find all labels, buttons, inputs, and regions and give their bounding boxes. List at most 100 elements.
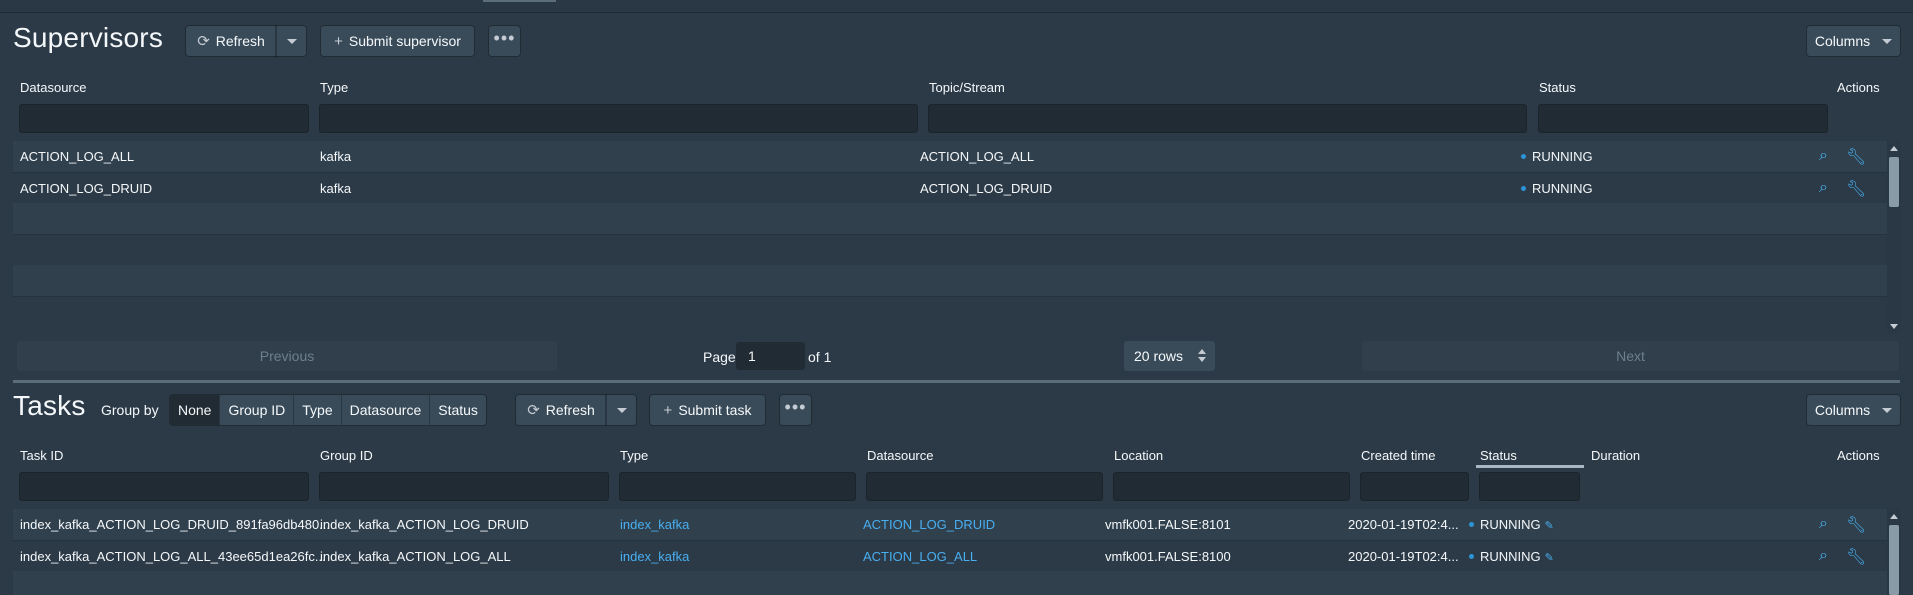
- scroll-thumb[interactable]: [1889, 525, 1899, 595]
- filter-created-time-input[interactable]: [1360, 472, 1469, 501]
- column-header-created-time[interactable]: Created time: [1361, 448, 1435, 463]
- tasks-columns-button[interactable]: Columns: [1807, 395, 1900, 425]
- plus-icon: +: [334, 32, 343, 50]
- group-by-segmented-control: None Group ID Type Datasource Status: [170, 395, 486, 425]
- supervisors-refresh-dropdown[interactable]: [276, 26, 306, 56]
- wrench-icon[interactable]: 🔧︎: [1846, 547, 1866, 567]
- status-text: RUNNING: [1480, 517, 1541, 532]
- next-page-button[interactable]: Next: [1362, 341, 1899, 371]
- filter-status-input[interactable]: [1538, 104, 1828, 133]
- scroll-up-arrow[interactable]: [1890, 146, 1898, 151]
- filter-topic-input[interactable]: [928, 104, 1527, 133]
- previous-label: Previous: [259, 348, 315, 364]
- table-row-empty: [13, 296, 1887, 332]
- group-by-datasource[interactable]: Datasource: [342, 395, 431, 425]
- cell-topic: ACTION_LOG_ALL: [920, 149, 1035, 164]
- submit-task-button[interactable]: + Submit task: [650, 395, 765, 425]
- columns-label: Columns: [1814, 402, 1871, 418]
- top-nav-bar: [0, 0, 1913, 13]
- caret-down-icon: [616, 407, 627, 413]
- cell-datasource-link[interactable]: ACTION_LOG_ALL: [863, 549, 977, 564]
- cell-location: vmfk001.FALSE:8101: [1105, 517, 1231, 532]
- cell-datasource-link[interactable]: ACTION_LOG_DRUID: [863, 517, 995, 532]
- supervisors-title: Supervisors: [13, 22, 164, 53]
- tasks-refresh-dropdown[interactable]: [606, 395, 636, 425]
- supervisors-columns-button[interactable]: Columns: [1807, 26, 1900, 56]
- tasks-more-button[interactable]: •••: [780, 395, 811, 425]
- filter-group-id-input[interactable]: [319, 472, 609, 501]
- supervisors-more-button[interactable]: •••: [489, 26, 520, 56]
- cell-status: RUNNING: [1521, 181, 1593, 196]
- search-icon[interactable]: ⌕: [1819, 515, 1828, 533]
- cell-type-link[interactable]: index_kafka: [620, 517, 689, 532]
- refresh-icon: ⟳: [527, 401, 540, 419]
- group-by-status[interactable]: Status: [430, 395, 486, 425]
- group-by-type[interactable]: Type: [294, 395, 342, 425]
- column-header-group-id[interactable]: Group ID: [320, 448, 373, 463]
- cell-type-link[interactable]: index_kafka: [620, 549, 689, 564]
- status-dot: [1469, 554, 1474, 560]
- filter-type-input[interactable]: [319, 104, 918, 133]
- tasks-title: Tasks: [13, 390, 86, 421]
- cell-task-id: index_kafka_ACTION_LOG_ALL_43ee65d1ea26f…: [20, 549, 326, 564]
- submit-supervisor-button[interactable]: + Submit supervisor: [321, 26, 474, 56]
- wrench-icon[interactable]: 🔧︎: [1846, 515, 1866, 535]
- search-icon[interactable]: ⌕: [1819, 147, 1828, 165]
- wrench-icon[interactable]: 🔧︎: [1846, 179, 1866, 199]
- scroll-up-arrow[interactable]: [1890, 514, 1898, 519]
- next-label: Next: [1616, 348, 1645, 364]
- plus-icon: +: [663, 401, 673, 419]
- refresh-icon: ⟳: [197, 32, 210, 50]
- edit-icon[interactable]: ✎: [1545, 552, 1554, 564]
- filter-datasource-input[interactable]: [19, 104, 309, 133]
- rows-per-page-select[interactable]: 20 rows: [1124, 341, 1215, 371]
- wrench-icon[interactable]: 🔧︎: [1846, 147, 1866, 167]
- table-row: index_kafka_ACTION_LOG_ALL_43ee65d1ea26f…: [13, 540, 1887, 571]
- cell-datasource: ACTION_LOG_ALL: [20, 149, 135, 164]
- tasks-scrollbar[interactable]: [1887, 509, 1901, 595]
- status-text: RUNNING: [1532, 181, 1593, 196]
- group-by-none[interactable]: None: [170, 395, 221, 425]
- caret-down-icon: [286, 38, 297, 44]
- status-text: RUNNING: [1532, 149, 1593, 164]
- table-row: ACTION_LOG_ALL kafka ACTION_LOG_ALL RUNN…: [13, 141, 1887, 172]
- supervisors-scrollbar[interactable]: [1887, 141, 1901, 334]
- filter-status-input[interactable]: [1479, 472, 1580, 501]
- caret-down-icon: [1882, 407, 1893, 413]
- column-header-status[interactable]: Status: [1480, 448, 1517, 463]
- supervisors-refresh-button[interactable]: ⟳ Refresh: [186, 26, 276, 56]
- more-icon: •••: [784, 397, 807, 417]
- filter-type-input[interactable]: [619, 472, 856, 501]
- column-header-datasource[interactable]: Datasource: [867, 448, 933, 463]
- column-header-status[interactable]: Status: [1539, 80, 1576, 95]
- previous-page-button[interactable]: Previous: [17, 341, 557, 371]
- filter-location-input[interactable]: [1113, 472, 1350, 501]
- column-header-task-id[interactable]: Task ID: [20, 448, 63, 463]
- cell-topic: ACTION_LOG_DRUID: [920, 181, 1053, 196]
- column-header-datasource[interactable]: Datasource: [20, 80, 86, 95]
- cell-group-id: index_kafka_ACTION_LOG_DRUID: [320, 517, 529, 532]
- filter-task-id-input[interactable]: [19, 472, 309, 501]
- column-header-topic-stream[interactable]: Topic/Stream: [929, 80, 1005, 95]
- submit-supervisor-label: Submit supervisor: [348, 33, 461, 49]
- search-icon[interactable]: ⌕: [1819, 179, 1828, 197]
- page-number-input[interactable]: 1: [736, 342, 805, 370]
- table-row-empty: [13, 234, 1887, 265]
- scroll-thumb[interactable]: [1889, 157, 1899, 207]
- column-header-duration[interactable]: Duration: [1591, 448, 1640, 463]
- group-by-group-id[interactable]: Group ID: [220, 395, 295, 425]
- edit-icon[interactable]: ✎: [1545, 520, 1554, 532]
- cell-status: RUNNING: [1521, 149, 1593, 164]
- column-header-location[interactable]: Location: [1114, 448, 1163, 463]
- column-header-type[interactable]: Type: [620, 448, 648, 463]
- column-header-type[interactable]: Type: [320, 80, 348, 95]
- search-icon[interactable]: ⌕: [1819, 547, 1828, 565]
- cell-created-time: 2020-01-19T02:4...: [1348, 517, 1459, 532]
- filter-datasource-input[interactable]: [866, 472, 1103, 501]
- table-row: index_kafka_ACTION_LOG_DRUID_891fa96db48…: [13, 509, 1887, 540]
- section-divider[interactable]: [13, 380, 1900, 383]
- page-label: Page: [703, 349, 736, 365]
- tasks-refresh-button[interactable]: ⟳ Refresh: [516, 395, 606, 425]
- rows-label: 20 rows: [1134, 348, 1184, 364]
- scroll-down-arrow[interactable]: [1890, 324, 1898, 329]
